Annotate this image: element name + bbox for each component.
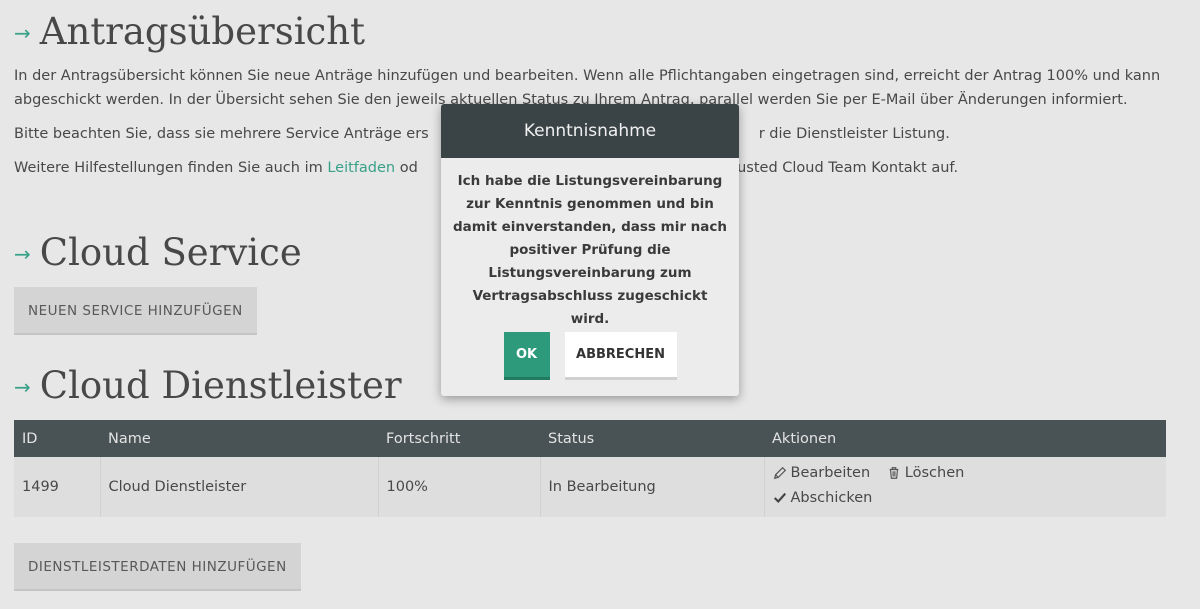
dialog-message: Ich habe die Listungsvereinbarung zur Ke… <box>452 173 728 327</box>
dialog-buttons: OK ABBRECHEN <box>441 332 739 380</box>
dialog-title: Kenntnisnahme <box>441 104 739 158</box>
cancel-button[interactable]: ABBRECHEN <box>564 332 677 380</box>
ok-button[interactable]: OK <box>503 332 550 380</box>
confirmation-dialog: Kenntnisnahme Ich habe die Listungsverei… <box>441 104 739 396</box>
